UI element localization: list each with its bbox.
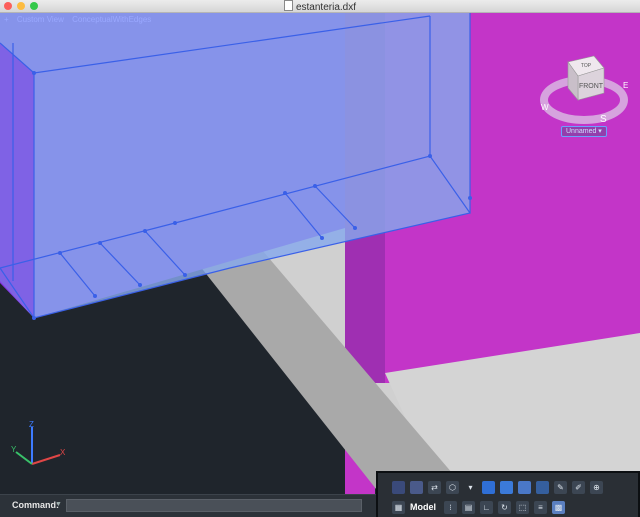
- stack-icon[interactable]: [536, 480, 549, 494]
- layout-icon[interactable]: [392, 480, 405, 494]
- ucs-x: X: [60, 448, 66, 457]
- named-view-label: Unnamed: [566, 128, 597, 135]
- command-label: Command:: [12, 500, 59, 510]
- polar-icon[interactable]: ↻: [498, 500, 511, 514]
- osnap-icon[interactable]: ⬚: [516, 500, 529, 514]
- dropdown-icon[interactable]: ▾: [464, 481, 477, 494]
- drawing-viewport[interactable]: + Custom View ConceptualWithEdges TOP FR…: [0, 13, 640, 494]
- grid-icon[interactable]: [500, 480, 513, 494]
- command-line: Command: ▼: [0, 494, 376, 517]
- target-icon[interactable]: ⊕: [590, 480, 603, 494]
- sync-icon[interactable]: ⇄: [428, 480, 441, 494]
- ucs-icon: Z X Y: [11, 420, 66, 465]
- transparency-icon[interactable]: ▩: [552, 500, 565, 514]
- ucs-z: Z: [29, 420, 34, 429]
- shield-icon[interactable]: ⬡: [446, 480, 459, 494]
- document-icon: [283, 0, 293, 11]
- ortho-icon[interactable]: ∟: [480, 500, 493, 514]
- measure-icon[interactable]: ✐: [572, 480, 585, 494]
- snap-icon[interactable]: ⁝: [444, 500, 457, 514]
- status-row-1: ⇄ ⬡ ▾ ✎ ✐ ⊕: [392, 479, 608, 495]
- compass-east: E: [623, 81, 628, 90]
- window-title: estanteria.dxf: [0, 0, 640, 13]
- status-toolbar: ⇄ ⬡ ▾ ✎ ✐ ⊕ ▦ Model ⁝ ▤ ∟ ↻ ⬚ ≡ ▩: [376, 471, 640, 517]
- annotate-icon[interactable]: [410, 480, 423, 494]
- compass-west: W: [541, 103, 549, 112]
- compass-south: S: [600, 114, 607, 125]
- visual-style-selector[interactable]: ConceptualWithEdges: [72, 15, 151, 24]
- grid-display-icon[interactable]: ▤: [462, 500, 475, 514]
- ucs-y: Y: [11, 445, 17, 454]
- viewcube[interactable]: TOP FRONT E S W: [538, 48, 630, 130]
- viewport-controls: + Custom View ConceptualWithEdges: [4, 15, 157, 24]
- named-view-dropdown[interactable]: Unnamed ▾: [561, 126, 607, 137]
- cube-front-label: FRONT: [579, 83, 604, 90]
- tiles-icon[interactable]: ▦: [392, 500, 405, 514]
- window-title-text: estanteria.dxf: [295, 2, 357, 13]
- workspace-icon[interactable]: [482, 480, 495, 494]
- window-titlebar: estanteria.dxf: [0, 0, 640, 13]
- layers-icon[interactable]: [518, 480, 531, 494]
- lineweight-icon[interactable]: ≡: [534, 500, 547, 514]
- pen-icon[interactable]: ✎: [554, 480, 567, 494]
- shelf-side: [0, 43, 34, 318]
- viewport-menu-button[interactable]: +: [4, 15, 9, 24]
- command-input[interactable]: [66, 499, 362, 512]
- status-row-2: ▦ Model ⁝ ▤ ∟ ↻ ⬚ ≡ ▩: [392, 499, 570, 515]
- model-space-button[interactable]: Model: [410, 502, 436, 512]
- command-history-dropdown[interactable]: ▼: [55, 501, 62, 508]
- cube-top-label: TOP: [581, 63, 592, 69]
- view-selector[interactable]: Custom View: [17, 15, 64, 24]
